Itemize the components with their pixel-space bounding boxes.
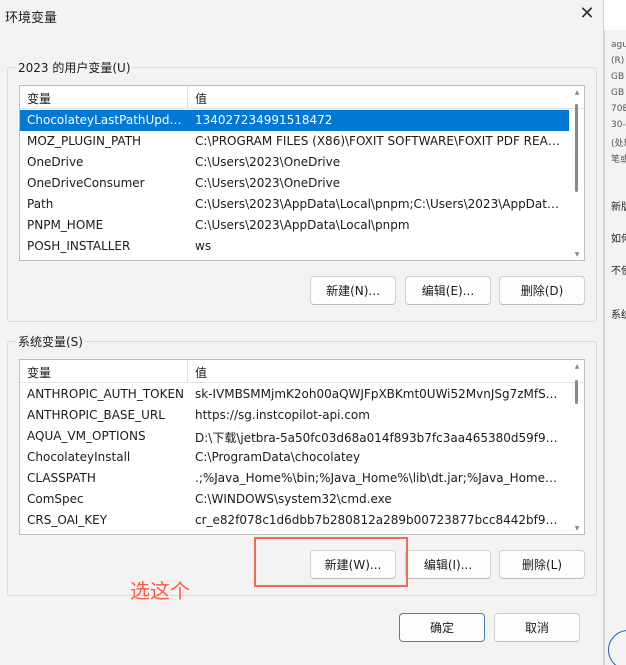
environment-variables-dialog: 环境变量 ✕ 2023 的用户变量(U) 变量 值 ChocolateyLast…	[0, 0, 604, 665]
variable-name: OneDriveConsumer	[27, 176, 145, 190]
column-divider[interactable]	[187, 86, 188, 108]
variable-name: PNPM_HOME	[27, 218, 104, 232]
variable-value: ws	[195, 239, 212, 253]
user-variables-rows: ChocolateyLastPathUpdate 1340272349915184…	[20, 110, 572, 257]
background-text-fragment: 不使用	[611, 266, 626, 277]
system-list-scrollbar[interactable]: ▲ ▼	[573, 364, 581, 532]
user-edit-button[interactable]: 编辑(E)...	[405, 276, 491, 305]
background-text-fragment: GB	[611, 72, 625, 82]
user-list-scrollbar[interactable]: ▲ ▼	[573, 90, 581, 258]
background-text-fragment: 新版	[611, 202, 626, 213]
variable-name: ComSpec	[27, 492, 84, 506]
column-header-value[interactable]: 值	[195, 90, 207, 107]
background-text-fragment: (处理	[611, 139, 626, 149]
table-row[interactable]: Path C:\Users\2023\AppData\Local\pnpm;C:\…	[20, 194, 569, 215]
variable-name: ChocolateyLastPathUpdate	[27, 113, 187, 127]
user-variables-legend: 2023 的用户变量(U)	[18, 61, 131, 75]
scroll-down-icon[interactable]: ▼	[573, 252, 581, 258]
background-circle-icon	[608, 630, 626, 665]
table-row[interactable]: OneDriveConsumer C:\Users\2023\OneDrive	[20, 173, 569, 194]
list-header: 变量 值	[20, 360, 584, 383]
background-text-fragment: aguo	[611, 40, 626, 50]
system-edit-button[interactable]: 编辑(I)...	[405, 550, 491, 579]
background-text-fragment: 笔或触	[611, 155, 626, 165]
user-new-button[interactable]: 新建(N)...	[310, 276, 396, 305]
variable-value: C:\PROGRAM FILES (X86)\FOXIT SOFTWARE\FO…	[195, 134, 562, 148]
table-row[interactable]: ComSpec C:\WINDOWS\system32\cmd.exe	[20, 489, 569, 510]
table-row[interactable]: ANTHROPIC_BASE_URL https://sg.instcopilot…	[20, 405, 569, 426]
variable-value: D:\下载\jetbra-5a50fc03d68a014f893b7fc3aa4…	[195, 431, 562, 445]
variable-name: Path	[27, 197, 54, 211]
variable-name: OneDrive	[27, 155, 84, 169]
table-row[interactable]: ChocolateyLastPathUpdate 1340272349915184…	[20, 110, 569, 131]
variable-value: cr_e82f078c1d6dbb7b280812a289b00723877bc…	[195, 513, 562, 527]
background-text-fragment: GB	[611, 88, 625, 98]
variable-value: C:\WINDOWS\system32\cmd.exe	[195, 492, 392, 506]
list-header: 变量 值	[20, 86, 584, 109]
background-text-fragment: 30-8	[611, 120, 626, 130]
annotation-text: 选这个	[130, 579, 190, 603]
column-divider[interactable]	[187, 360, 188, 382]
table-row[interactable]: CLASSPATH .;%Java_Home%\bin;%Java_Home%\l…	[20, 468, 569, 489]
table-row[interactable]: AQUA_VM_OPTIONS D:\下载\jetbra-5a50fc03d68a…	[20, 426, 569, 447]
variable-name: ANTHROPIC_BASE_URL	[27, 408, 165, 422]
table-row[interactable]: CRS_OAI_KEY cr_e82f078c1d6dbb7b280812a289…	[20, 510, 569, 531]
system-variables-list[interactable]: 变量 值 ANTHROPIC_AUTH_TOKEN sk-IVMBSMMjmK2o…	[19, 359, 585, 535]
variable-value: C:\ProgramData\chocolatey	[195, 450, 361, 464]
title-bar: 环境变量 ✕	[0, 0, 604, 30]
variable-name: AQUA_VM_OPTIONS	[27, 429, 146, 443]
variable-value: C:\Users\2023\OneDrive	[195, 176, 341, 190]
background-text-fragment: 如何	[611, 234, 626, 245]
system-variables-rows: ANTHROPIC_AUTH_TOKEN sk-IVMBSMMjmK2oh00aQ…	[20, 384, 572, 531]
scroll-up-icon[interactable]: ▲	[573, 90, 581, 96]
scroll-thumb[interactable]	[575, 104, 578, 192]
close-icon[interactable]: ✕	[576, 4, 598, 26]
variable-value: C:\Users\2023\OneDrive	[195, 155, 341, 169]
variable-name: CLASSPATH	[27, 471, 96, 485]
scroll-down-icon[interactable]: ▼	[573, 526, 581, 532]
variable-name: ANTHROPIC_AUTH_TOKEN	[27, 387, 185, 401]
table-row[interactable]: PNPM_HOME C:\Users\2023\AppData\Local\pnp…	[20, 215, 569, 236]
cancel-button[interactable]: 取消	[494, 613, 580, 642]
variable-name: POSH_INSTALLER	[27, 239, 131, 253]
variable-name: ChocolateyInstall	[27, 450, 131, 464]
scroll-thumb[interactable]	[575, 380, 578, 404]
variable-value: 134027234991518472	[195, 113, 333, 127]
user-variables-list[interactable]: 变量 值 ChocolateyLastPathUpdate 13402723499…	[19, 85, 585, 261]
system-new-button[interactable]: 新建(W)...	[310, 550, 396, 579]
background-text-fragment: 70BA	[611, 104, 626, 114]
scroll-up-icon[interactable]: ▲	[573, 364, 581, 370]
column-header-name[interactable]: 变量	[27, 364, 51, 381]
variable-name: MOZ_PLUGIN_PATH	[27, 134, 142, 148]
variable-value: C:\Users\2023\AppData\Local\pnpm;C:\User…	[195, 197, 562, 211]
ok-button[interactable]: 确定	[399, 613, 485, 642]
column-header-value[interactable]: 值	[195, 364, 207, 381]
table-row[interactable]: OneDrive C:\Users\2023\OneDrive	[20, 152, 569, 173]
variable-value: C:\Users\2023\AppData\Local\pnpm	[195, 218, 410, 232]
system-variables-legend: 系统变量(S)	[18, 335, 83, 349]
table-row[interactable]: MOZ_PLUGIN_PATH C:\PROGRAM FILES (X86)\FO…	[20, 131, 569, 152]
variable-name: CRS_OAI_KEY	[27, 513, 108, 527]
background-text-fragment: 系统	[611, 310, 626, 321]
background-text-fragment: (R) C	[611, 56, 626, 66]
window-title: 环境变量	[5, 11, 58, 26]
variable-value: https://sg.instcopilot-api.com	[195, 408, 370, 422]
table-row[interactable]: POSH_INSTALLER ws	[20, 236, 569, 257]
table-row[interactable]: ANTHROPIC_AUTH_TOKEN sk-IVMBSMMjmK2oh00aQ…	[20, 384, 569, 405]
variable-value: .;%Java_Home%\bin;%Java_Home%\lib\dt.jar…	[195, 471, 562, 485]
system-delete-button[interactable]: 删除(L)	[499, 550, 585, 579]
column-header-name[interactable]: 变量	[27, 90, 51, 107]
variable-value: sk-IVMBSMMjmK2oh00aQWJFpXBKmt0UWi52MvnJS…	[195, 387, 558, 401]
user-delete-button[interactable]: 删除(D)	[499, 276, 585, 305]
background-window: aguo (R) C GB GB 70BA 30-8 (处理笔或触新版如何不使用系统	[604, 30, 626, 665]
table-row[interactable]: ChocolateyInstall C:\ProgramData\chocolat…	[20, 447, 569, 468]
